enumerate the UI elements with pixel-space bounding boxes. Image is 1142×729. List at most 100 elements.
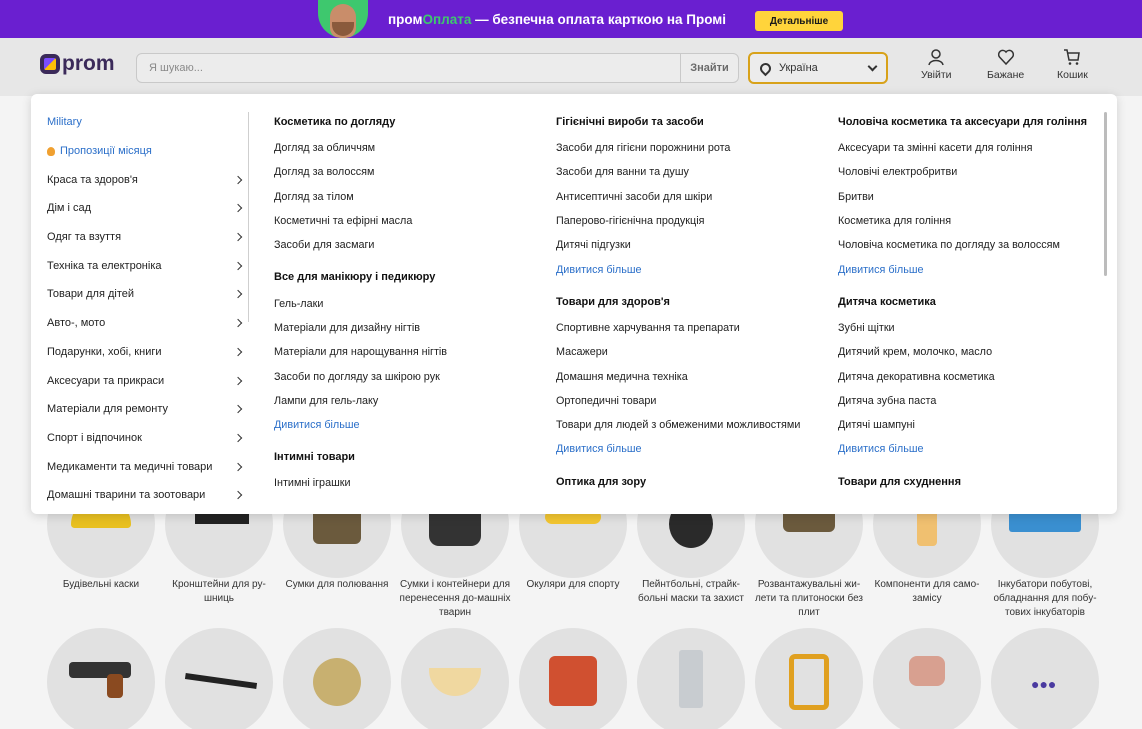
category-link[interactable]: Догляд за обличчям xyxy=(274,136,544,160)
category-link[interactable]: Матеріали для нарощування нігтів xyxy=(274,340,544,364)
category-link[interactable]: Дитячі підгузки xyxy=(556,233,826,257)
category-link[interactable]: Домашня медична техніка xyxy=(556,364,826,388)
sidebar-item-repair[interactable]: Матеріали для ремонту xyxy=(47,395,247,424)
group-title[interactable]: Чоловіча косметика та аксесуари для голі… xyxy=(838,108,1108,136)
category-link[interactable]: Лампи для гель-лаку xyxy=(274,389,544,413)
sidebar-item-kids[interactable]: Товари для дітей xyxy=(47,280,247,309)
group-title[interactable]: Оптика для зору xyxy=(556,468,826,496)
category-link[interactable]: Зубні щітки xyxy=(838,316,1108,340)
category-link[interactable]: Паперово-гігієнічна продукція xyxy=(556,209,826,233)
category-link[interactable]: Чоловічі електробритви xyxy=(838,160,1108,184)
wishlist-label: Бажане xyxy=(987,69,1025,81)
sidebar-item-sport[interactable]: Спорт і відпочинок xyxy=(47,424,247,453)
category-link[interactable]: Косметика для гоління xyxy=(838,209,1108,233)
sidebar-item-pets[interactable]: Домашні тварини та зоотовари xyxy=(47,481,247,510)
category-label[interactable]: Кронштейни для ру-шниць xyxy=(161,578,277,606)
category-label[interactable]: Будівельні каски xyxy=(43,578,159,592)
sidebar-item-accessories[interactable]: Аксесуари та прикраси xyxy=(47,366,247,395)
category-link[interactable]: Бритви xyxy=(838,185,1108,209)
category-thumb[interactable] xyxy=(401,628,509,729)
sidebar-item-auto[interactable]: Авто-, мото xyxy=(47,309,247,338)
sidebar-item-electronics[interactable]: Техніка та електроніка xyxy=(47,251,247,280)
category-link[interactable]: Косметичні та ефірні масла xyxy=(274,209,544,233)
sidebar-item-medical[interactable]: Медикаменти та медичні товари xyxy=(47,452,247,481)
category-thumb[interactable] xyxy=(283,628,391,729)
category-link[interactable]: Масажери xyxy=(556,340,826,364)
sidebar-item-military[interactable]: Military xyxy=(47,108,247,137)
chevron-right-icon xyxy=(233,175,243,184)
promo-brand-part1: пром xyxy=(388,12,423,27)
sidebar-item-label: Спорт і відпочинок xyxy=(47,431,142,444)
category-label[interactable]: Компоненти для само-замісу xyxy=(869,578,985,606)
cart-icon xyxy=(1064,49,1081,65)
category-link[interactable]: Дитячі шампуні xyxy=(838,413,1108,437)
logo[interactable]: prom xyxy=(40,52,115,76)
category-link[interactable]: Гель-лаки xyxy=(274,291,544,315)
category-link[interactable]: Ортопедичні товари xyxy=(556,389,826,413)
category-label[interactable]: Пейнтбольні, страйк-больні маски та захи… xyxy=(633,578,749,606)
group-title[interactable]: Косметика по догляду xyxy=(274,108,544,136)
category-link[interactable]: Засоби по догляду за шкірою рук xyxy=(274,364,544,388)
sidebar-item-gifts[interactable]: Подарунки, хобі, книги xyxy=(47,338,247,367)
group-title[interactable]: Гігієнічні вироби та засоби xyxy=(556,108,826,136)
wishlist-button[interactable]: Бажане xyxy=(987,48,1024,81)
category-thumb[interactable] xyxy=(755,628,863,729)
group-title[interactable]: Інтимні товари xyxy=(274,443,544,471)
group-title[interactable]: Все для манікюру і педикюру xyxy=(274,263,544,291)
category-label[interactable]: Сумки і контейнери для перенесення до-ма… xyxy=(397,578,513,620)
group-title[interactable]: Товари для здоров'я xyxy=(556,288,826,316)
category-link[interactable]: Аксесуари та змінні касети для гоління xyxy=(838,136,1108,160)
login-button[interactable]: Увійти xyxy=(921,48,952,81)
region-select[interactable]: Україна xyxy=(748,52,888,84)
menu-column-1: Косметика по догляду Догляд за обличчям … xyxy=(274,108,544,496)
group-title[interactable]: Дитяча косметика xyxy=(838,288,1108,316)
category-link[interactable]: Дитяча декоративна косметика xyxy=(838,364,1108,388)
category-link[interactable]: Засоби для гігієни порожнини рота xyxy=(556,136,826,160)
see-more-link[interactable]: Дивитися більше xyxy=(838,437,1108,461)
sidebar-item-beauty-health[interactable]: Краса та здоров'я xyxy=(47,165,247,194)
category-link[interactable]: Інтимні іграшки xyxy=(274,471,544,495)
category-link[interactable]: Засоби для засмаги xyxy=(274,233,544,257)
sidebar-divider xyxy=(248,112,249,322)
category-link[interactable]: Засоби для ванни та душу xyxy=(556,160,826,184)
category-link[interactable]: Догляд за волоссям xyxy=(274,160,544,184)
more-categories-button[interactable]: ●●● xyxy=(991,628,1099,729)
category-link[interactable]: Матеріали для дизайну нігтів xyxy=(274,316,544,340)
category-thumb[interactable] xyxy=(519,628,627,729)
category-thumb[interactable] xyxy=(637,628,745,729)
see-more-link[interactable]: Дивитися більше xyxy=(556,437,826,461)
category-link[interactable]: Дитячий крем, молочко, масло xyxy=(838,340,1108,364)
category-link[interactable]: Спортивне харчування та препарати xyxy=(556,316,826,340)
search-input[interactable] xyxy=(137,54,680,82)
menu-scrollbar[interactable] xyxy=(1104,112,1107,276)
category-label[interactable]: Окуляри для спорту xyxy=(515,578,631,592)
category-link[interactable]: Чоловіча косметика по догляду за волосся… xyxy=(838,233,1108,257)
promo-banner[interactable]: промОплата — безпечна оплата карткою на … xyxy=(0,0,1142,38)
sidebar-item-label: Матеріали для ремонту xyxy=(47,403,168,416)
category-label[interactable]: Інкубатори побутові, обладнання для побу… xyxy=(987,578,1103,620)
category-link[interactable]: Антисептичні засоби для шкіри xyxy=(556,185,826,209)
search-button[interactable]: Знайти xyxy=(680,54,738,82)
category-link[interactable]: Догляд за тілом xyxy=(274,185,544,209)
see-more-link[interactable]: Дивитися більше xyxy=(556,257,826,281)
sidebar-item-label: Аксесуари та прикраси xyxy=(47,374,165,387)
category-thumb[interactable] xyxy=(873,628,981,729)
category-link[interactable]: Товари для людей з обмеженими можливостя… xyxy=(556,413,826,437)
see-more-link[interactable]: Дивитися більше xyxy=(274,413,544,437)
sidebar-item-clothing[interactable]: Одяг та взуття xyxy=(47,223,247,252)
group-title[interactable]: Товари для схуднення xyxy=(838,468,1108,496)
sidebar-item-label: Техніка та електроніка xyxy=(47,259,162,272)
sidebar-item-home-garden[interactable]: Дім і сад xyxy=(47,194,247,223)
catalog-sidebar: Military Пропозиції місяця Краса та здор… xyxy=(47,108,247,510)
promo-message: — безпечна оплата карткою на Промі xyxy=(471,12,727,27)
category-label[interactable]: Розвантажувальні жи-лети та плитоноски б… xyxy=(751,578,867,620)
category-thumb[interactable] xyxy=(165,628,273,729)
category-label[interactable]: Сумки для полювання xyxy=(279,578,395,592)
sidebar-item-label: Домашні тварини та зоотовари xyxy=(47,489,206,502)
see-more-link[interactable]: Дивитися більше xyxy=(838,257,1108,281)
category-thumb[interactable] xyxy=(47,628,155,729)
category-link[interactable]: Дитяча зубна паста xyxy=(838,389,1108,413)
cart-button[interactable]: Кошик xyxy=(1057,48,1088,81)
promo-details-button[interactable]: Детальніше xyxy=(755,11,843,31)
sidebar-item-offers[interactable]: Пропозиції місяця xyxy=(47,137,247,166)
